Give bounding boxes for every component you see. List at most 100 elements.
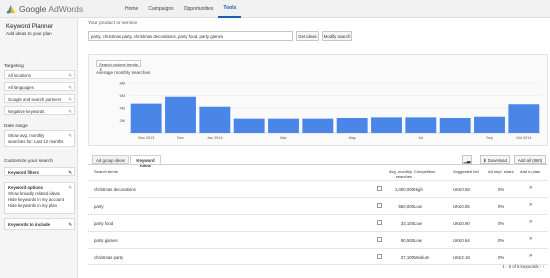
y-tick-label: 8M (119, 81, 125, 86)
y-tick-label: 2M (119, 118, 125, 123)
top-bar: Google AdWords Home Campaigns Opportunit… (0, 0, 550, 18)
page-title: Keyword Planner (6, 23, 54, 30)
cell-share: 0% (498, 221, 505, 226)
cell-bid: UK£0.58 (453, 187, 470, 192)
cell-avg: 1,000,000 (394, 187, 414, 192)
adwords-logo-icon (6, 5, 15, 14)
trend-chart-icon[interactable] (377, 254, 382, 259)
keyword-options[interactable]: Keyword options Show broadly related ide… (4, 182, 75, 214)
chart-panel: Search volume trends ⇕ Average monthly s… (88, 54, 548, 146)
header-ad-impr-share[interactable]: Ad impr. share (488, 169, 514, 175)
trend-chart-icon[interactable] (377, 203, 382, 208)
chart-bar[interactable] (199, 106, 231, 133)
edit-icon[interactable]: ✎ (68, 222, 72, 228)
keyword-filters[interactable]: Keyword filters ✎ (4, 167, 75, 176)
trend-chart-icon[interactable] (377, 220, 382, 225)
add-all-button[interactable]: Add all (860) (514, 155, 546, 164)
chart-bar[interactable] (302, 118, 334, 133)
nav-home[interactable]: Home (120, 0, 143, 18)
add-to-plan-icon[interactable]: » (529, 236, 532, 242)
targeting-languages[interactable]: All languages ✎ (4, 82, 75, 91)
targeting-networks-label: Google and search partners (8, 97, 62, 102)
edit-icon[interactable]: ✎ (68, 185, 72, 191)
header-add-to-plan[interactable]: Add to plan (520, 169, 540, 175)
targeting-negative-keywords[interactable]: Negative keywords ✎ (4, 106, 75, 115)
cell-competition: Medium (414, 255, 430, 260)
header-competition[interactable]: Competition (414, 169, 435, 175)
cell-share: 0% (498, 238, 505, 243)
cell-term: christmas party (94, 255, 124, 260)
chart-icon: ▁▃ (463, 158, 471, 163)
download-label: Download (487, 158, 507, 163)
table-row: christmas decorations 1,000,000 High UK£… (88, 180, 548, 197)
chart-bar[interactable] (130, 103, 162, 133)
chart-bar[interactable] (371, 117, 402, 133)
table-divider (88, 164, 548, 165)
trend-chart-icon[interactable] (377, 237, 382, 242)
targeting-label: Targeting (4, 64, 24, 69)
add-to-plan-icon[interactable]: » (529, 185, 532, 191)
chart-bar[interactable] (233, 118, 265, 133)
add-to-plan-icon[interactable]: » (529, 253, 532, 259)
adwords-logo[interactable]: Google AdWords (6, 3, 83, 15)
chart-bar[interactable] (508, 104, 540, 133)
nav-opportunities[interactable]: Opportunities (179, 0, 219, 18)
trend-chart-icon[interactable] (377, 186, 382, 191)
keyword-options-title: Keyword options (8, 185, 43, 190)
edit-icon[interactable]: ✎ (68, 170, 72, 176)
table-row: christmas party 27,100 Medium UK£2.18 0%… (88, 248, 548, 265)
x-tick-label: Mar (280, 136, 287, 140)
edit-icon[interactable]: ✎ (68, 97, 72, 103)
x-tick-label: May (349, 136, 356, 140)
edit-icon[interactable]: ✎ (68, 73, 72, 79)
targeting-networks[interactable]: Google and search partners ✎ (4, 94, 75, 103)
tab-ad-group-ideas[interactable]: Ad group ideas (92, 155, 129, 164)
header-search-terms[interactable]: Search terms (94, 169, 118, 175)
cell-competition: Low (414, 204, 422, 209)
header-suggested-bid[interactable]: Suggested bid (453, 169, 479, 175)
chart-bar[interactable] (474, 116, 505, 133)
cell-bid: UK£0.90 (453, 221, 470, 226)
targeting-locations-label: All locations (8, 73, 31, 78)
chart-toggle-button[interactable]: ▁▃ (462, 155, 472, 164)
chart-bar[interactable] (439, 118, 471, 133)
chevron-right-icon[interactable]: › (543, 264, 544, 269)
table-row: party food 33,100 Low UK£0.90 0% » (88, 214, 548, 231)
download-icon: ⬇ (483, 158, 487, 163)
date-range-option[interactable]: Show avg. monthly searches for: Last 12 … (4, 130, 75, 147)
x-tick-label: Dec (177, 136, 184, 140)
header-avg-monthly-searches[interactable]: Avg. monthly searches (384, 169, 412, 179)
product-search-input[interactable]: party, christmas party, christmas decora… (88, 31, 293, 41)
chevron-left-icon[interactable]: ‹ (540, 264, 541, 269)
tab-keyword-ideas[interactable]: Keyword ideas (130, 155, 161, 168)
chart-bar[interactable] (165, 96, 196, 133)
modify-search-button[interactable]: Modify search (322, 31, 352, 41)
get-ideas-button[interactable]: Get ideas (296, 31, 319, 41)
edit-icon[interactable]: ✎ (68, 85, 72, 91)
add-to-plan-icon[interactable]: » (529, 219, 532, 225)
chart-bar[interactable] (405, 117, 437, 133)
cell-bid: UK£0.55 (453, 204, 470, 209)
edit-icon[interactable]: ✎ (68, 133, 72, 139)
chart-bar[interactable] (268, 118, 299, 133)
x-tick-label: Sep (486, 136, 493, 140)
date-range-label: Date range (4, 124, 28, 129)
customize-search-label: Customize your search (4, 159, 54, 164)
nav-tools[interactable]: Tools (218, 0, 242, 18)
cell-avg: 550,000 (398, 204, 414, 209)
keywords-to-include[interactable]: Keywords to include ✎ (4, 218, 75, 230)
cell-bid: UK£2.18 (453, 255, 470, 260)
edit-icon[interactable]: ✎ (68, 109, 72, 115)
table-row: party games 90,500 Low UK£0.64 0% » (88, 231, 548, 248)
cell-term: party (94, 204, 104, 209)
table-row: party 550,000 Low UK£0.55 0% » (88, 197, 548, 214)
cell-term: party games (94, 238, 118, 243)
add-to-plan-icon[interactable]: » (529, 202, 532, 208)
x-tick-label: Oct 2014 (516, 136, 531, 140)
nav-campaigns[interactable]: Campaigns (143, 0, 178, 18)
download-button[interactable]: ⬇ Download (480, 155, 510, 164)
chart-bar[interactable] (336, 118, 368, 133)
targeting-languages-label: All languages (8, 85, 34, 90)
targeting-locations[interactable]: All locations ✎ (4, 70, 75, 79)
cell-competition: Low (414, 221, 422, 226)
